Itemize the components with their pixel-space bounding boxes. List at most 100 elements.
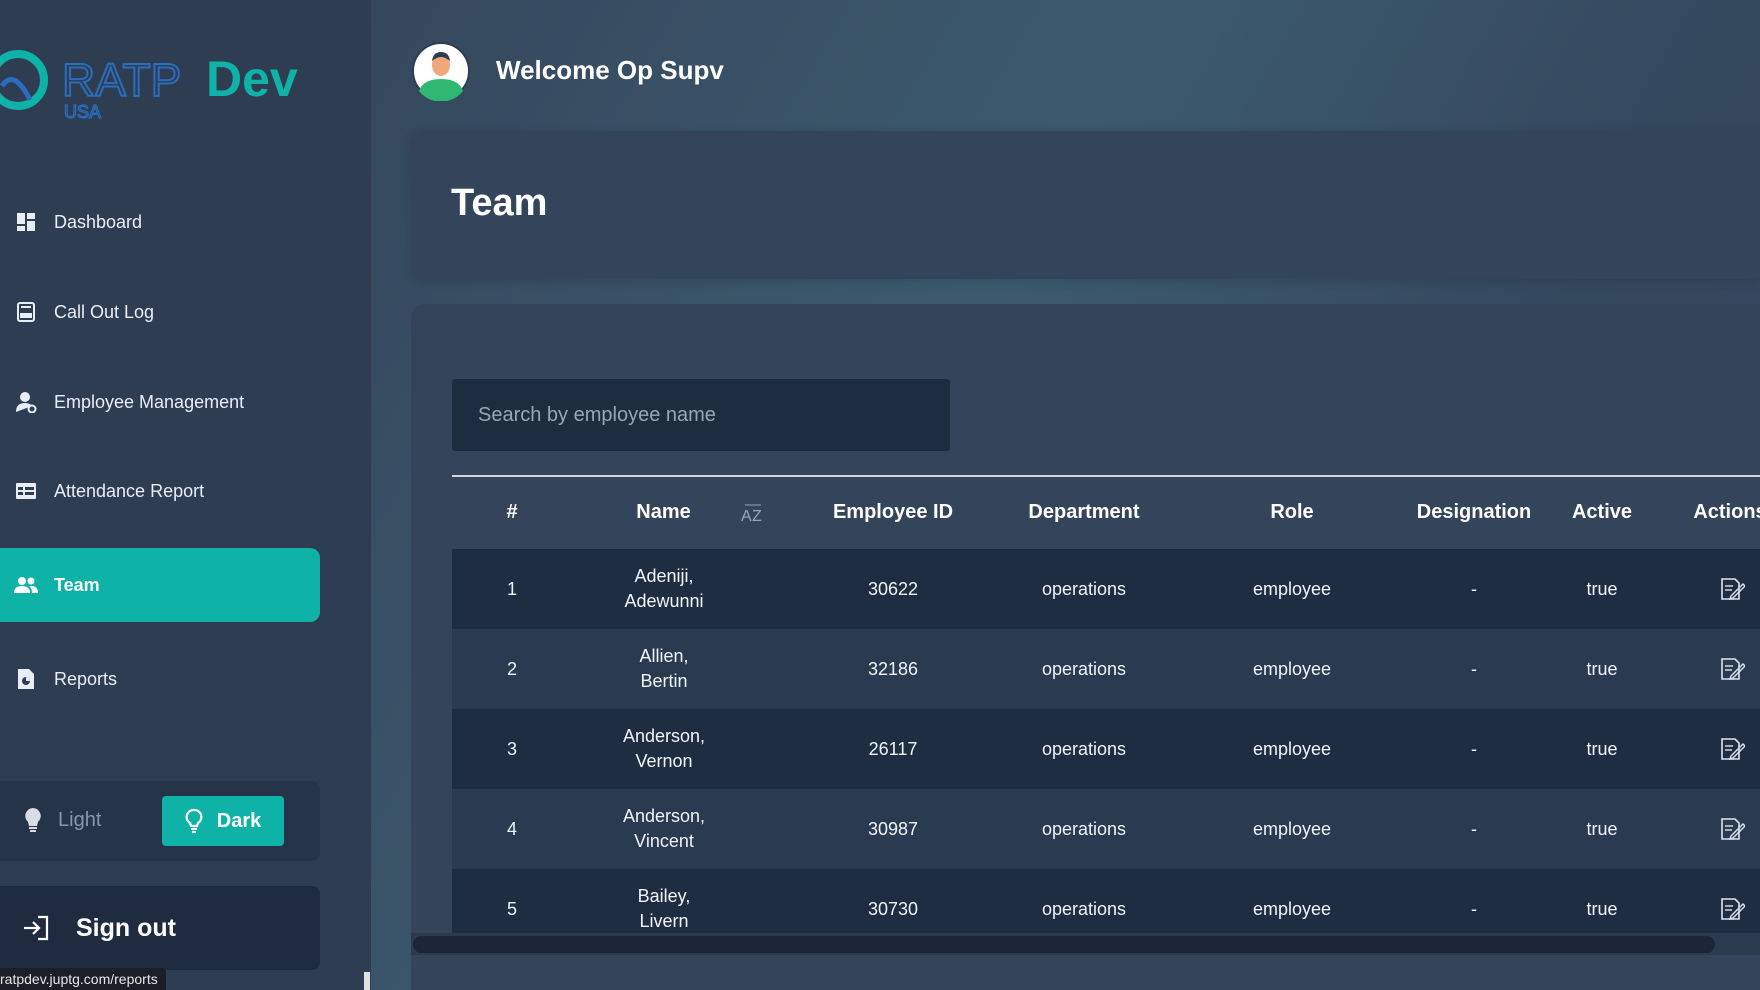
logo-usa-text: USA: [64, 102, 101, 122]
sign-out-button[interactable]: Sign out: [0, 886, 320, 970]
edit-icon[interactable]: [1702, 789, 1760, 869]
cell-employee-id: 30730: [867, 898, 919, 919]
cell-role: employee: [1252, 738, 1332, 759]
column-header-employee-id[interactable]: Employee ID: [803, 477, 983, 547]
page-title-card: [411, 131, 1760, 279]
cell-department: operations: [1041, 818, 1127, 839]
logo-ratp-text: RATP: [62, 54, 181, 106]
logo-dev-text: Dev: [206, 51, 298, 107]
sign-out-icon: [22, 915, 50, 941]
cell-active: true: [1586, 658, 1618, 679]
table-row: 1 Adeniji, Adewunni 30622 operations empl…: [452, 549, 1760, 629]
sidebar-item-label: Team: [54, 574, 100, 595]
sidebar-item-label: Call Out Log: [54, 301, 155, 322]
sidebar-item-label: Attendance Report: [54, 480, 205, 501]
edit-icon[interactable]: [1702, 869, 1760, 933]
ratp-dev-logo[interactable]: RATP Dev USA: [0, 38, 330, 128]
page-title: Team: [451, 182, 548, 224]
table-row: 4 Anderson, Vincent 30987 operations empl…: [452, 789, 1760, 869]
sidebar-item-employee-management[interactable]: Employee Management: [0, 365, 320, 439]
status-bar-url: ratpdev.juptg.com/reports: [0, 968, 166, 990]
cell-department: operations: [1041, 898, 1127, 919]
column-header-role[interactable]: Role: [1192, 477, 1392, 547]
cell-name-first: Adewunni: [624, 591, 704, 611]
cell-number: 4: [506, 818, 517, 839]
sidebar-item-label: Reports: [54, 668, 118, 689]
cell-role: employee: [1252, 578, 1332, 599]
theme-light-button[interactable]: Light: [24, 795, 144, 845]
cell-department: operations: [1041, 578, 1127, 599]
svg-text:Z: Z: [752, 508, 762, 525]
cell-name-last: Anderson,: [622, 726, 706, 746]
cell-number: 5: [506, 898, 517, 919]
cell-name-last: Adeniji,: [634, 566, 694, 586]
sidebar-item-call-out-log[interactable]: Call Out Log: [0, 275, 320, 349]
search-input[interactable]: [452, 379, 950, 451]
cell-active: true: [1586, 738, 1618, 759]
table-header: # Name AZ Employee ID Department Role De…: [452, 477, 1760, 547]
log-icon: [14, 300, 38, 324]
attendance-icon: [14, 479, 38, 503]
edit-icon[interactable]: [1702, 709, 1760, 789]
cell-name[interactable]: Anderson, Vincent: [577, 789, 751, 869]
cell-role: employee: [1252, 898, 1332, 919]
cell-department: operations: [1041, 658, 1127, 679]
theme-light-label: Light: [58, 808, 102, 831]
lightbulb-icon: [24, 807, 42, 833]
column-header-number[interactable]: #: [452, 477, 572, 547]
cell-active: true: [1586, 818, 1618, 839]
sidebar-item-label: Employee Management: [54, 391, 245, 412]
cell-active: true: [1586, 898, 1618, 919]
edit-icon[interactable]: [1702, 629, 1760, 709]
cell-department: operations: [1041, 738, 1127, 759]
sidebar-item-dashboard[interactable]: Dashboard: [0, 185, 320, 259]
theme-dark-button[interactable]: Dark: [162, 796, 284, 846]
cell-employee-id: 30622: [867, 578, 919, 599]
column-header-name-label: Name: [636, 500, 691, 523]
sign-out-label: Sign out: [76, 913, 176, 942]
cell-name[interactable]: Adeniji, Adewunni: [577, 549, 751, 629]
cell-employee-id: 30987: [867, 818, 919, 839]
cell-name-first: Vernon: [635, 751, 693, 771]
welcome-text: Welcome Op Supv: [496, 55, 724, 85]
sort-az-icon[interactable]: AZ: [740, 501, 766, 525]
cell-employee-id: 26117: [868, 738, 918, 759]
avatar[interactable]: [411, 41, 471, 102]
horizontal-scrollbar-thumb[interactable]: [413, 936, 1715, 953]
table-row: 5 Bailey, Livern 30730 operations employe…: [452, 869, 1760, 933]
cell-name[interactable]: Anderson, Vernon: [577, 709, 751, 789]
cell-number: 1: [506, 578, 517, 599]
cell-number: 3: [506, 738, 517, 759]
cell-role: employee: [1252, 658, 1332, 679]
column-header-actions: Actions: [1693, 500, 1760, 523]
sidebar-item-label: Dashboard: [54, 211, 143, 232]
cell-name-first: Vincent: [634, 831, 694, 851]
employee-management-icon: [14, 390, 38, 414]
column-header-department[interactable]: Department: [984, 477, 1184, 547]
cell-role: employee: [1252, 818, 1332, 839]
lightbulb-outline-icon: [185, 808, 203, 834]
cell-active: true: [1586, 578, 1618, 599]
table-row: 3 Anderson, Vernon 26117 operations emplo…: [452, 709, 1760, 789]
sidebar-item-team[interactable]: Team: [0, 548, 320, 622]
cell-name-first: Bertin: [640, 671, 688, 691]
edit-icon[interactable]: [1702, 549, 1760, 629]
cell-name-last: Allien,: [639, 646, 689, 666]
column-header-active[interactable]: Active: [1522, 477, 1682, 547]
theme-toggle: Light Dark: [0, 781, 320, 861]
table-row: 2 Allien, Bertin 32186 operations employe…: [452, 629, 1760, 709]
column-header-name[interactable]: Name: [602, 477, 725, 547]
team-icon: [14, 573, 38, 597]
sidebar-item-reports[interactable]: Reports: [0, 642, 320, 716]
cell-name[interactable]: Bailey, Livern: [577, 869, 751, 933]
cell-name-last: Anderson,: [622, 806, 706, 826]
svg-text:A: A: [741, 508, 752, 525]
sidebar-item-attendance-report[interactable]: Attendance Report: [0, 454, 320, 528]
theme-dark-label: Dark: [216, 809, 262, 832]
cell-name-first: Livern: [639, 911, 689, 931]
cell-name[interactable]: Allien, Bertin: [577, 629, 751, 709]
report-icon: [14, 667, 38, 691]
dashboard-icon: [14, 210, 38, 234]
sidebar: RATP Dev USA Dashboard Call Out Log Empl…: [0, 0, 371, 990]
cell-employee-id: 32186: [867, 658, 919, 679]
